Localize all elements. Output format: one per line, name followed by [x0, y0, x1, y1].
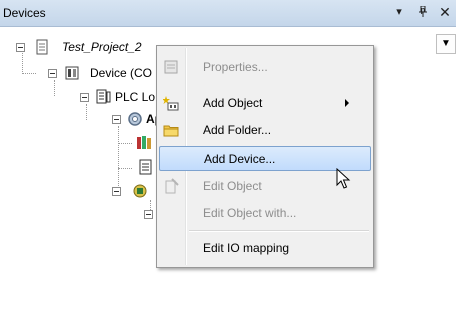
tree-item-device[interactable]: Device (CO — [0, 64, 160, 82]
mouse-pointer-icon — [336, 168, 351, 189]
menu-item-edit-object-with[interactable]: Edit Object with... — [159, 202, 371, 224]
folder-icon — [163, 125, 179, 137]
menu-item-add-folder[interactable]: Add Folder... — [159, 119, 371, 141]
view-dropdown-button[interactable]: ▼ — [436, 34, 456, 54]
collapse-icon[interactable] — [16, 43, 25, 52]
panel-title: Devices — [3, 6, 46, 20]
task-configuration-icon — [133, 184, 147, 198]
close-icon[interactable]: ✕ — [438, 4, 452, 20]
menu-item-label: Edit IO mapping — [203, 241, 290, 255]
project-icon — [36, 39, 48, 55]
properties-icon — [164, 60, 178, 74]
panel-menu-dropdown-icon[interactable]: ▾ — [392, 4, 406, 20]
devices-panel-titlebar: Devices ▾ ᵖ ✕ — [0, 0, 456, 27]
menu-item-label: Edit Object — [203, 179, 262, 193]
device-icon — [65, 66, 79, 80]
tree-item-label: Device (CO — [90, 66, 153, 80]
menu-item-label: Edit Object with... — [203, 206, 297, 220]
library-icon — [137, 136, 151, 149]
submenu-arrow-icon — [345, 99, 349, 107]
collapse-icon[interactable] — [144, 210, 153, 219]
collapse-icon[interactable] — [80, 93, 89, 102]
tree-item-plc-logic[interactable]: PLC Lo — [0, 88, 160, 106]
menu-item-label: Add Object — [203, 96, 263, 110]
edit-object-icon — [165, 178, 179, 194]
menu-item-properties[interactable]: Properties... — [159, 56, 371, 78]
tree-item-task-configuration[interactable] — [110, 182, 160, 200]
menu-item-label: Add Device... — [204, 152, 276, 166]
tree-item-label: Test_Project_2 — [62, 40, 142, 54]
collapse-icon[interactable] — [112, 115, 121, 124]
menu-item-add-object[interactable]: Add Object — [159, 92, 371, 114]
context-menu: Properties... Add Object Add Folder... A… — [156, 45, 374, 268]
application-gear-icon — [128, 112, 142, 126]
pou-document-icon — [139, 159, 152, 175]
collapse-icon[interactable] — [48, 69, 57, 78]
add-object-icon — [163, 96, 179, 111]
collapse-icon[interactable] — [112, 187, 121, 196]
tree-item-application[interactable]: Ap — [0, 110, 162, 128]
pin-icon[interactable]: ᵖ — [416, 4, 430, 20]
menu-item-label: Add Folder... — [203, 123, 272, 137]
menu-item-label: Properties... — [203, 60, 268, 74]
tree-item-label: PLC Lo — [115, 90, 156, 104]
plc-logic-icon — [96, 89, 111, 104]
tree-item-project[interactable]: Test_Project_2 — [0, 38, 160, 56]
menu-separator — [189, 230, 369, 232]
menu-item-edit-io-mapping[interactable]: Edit IO mapping — [159, 237, 371, 259]
